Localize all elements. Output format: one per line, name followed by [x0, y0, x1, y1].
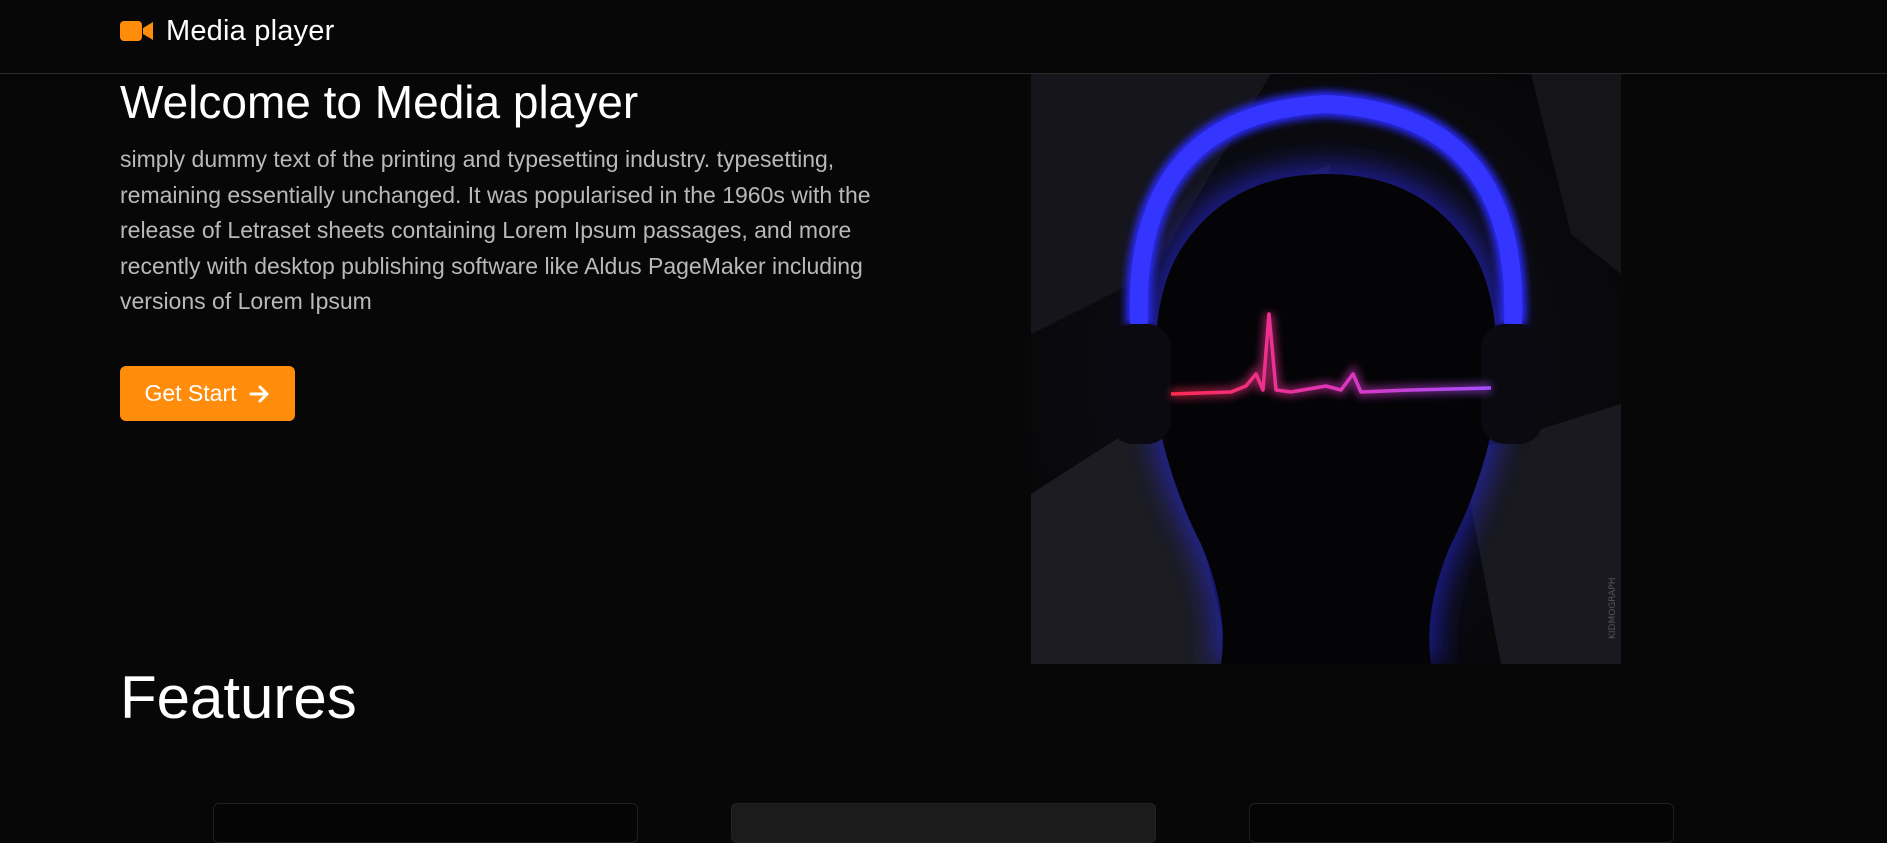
feature-card-1[interactable] — [213, 803, 638, 843]
get-start-label: Get Start — [144, 380, 237, 406]
navbar: Media player — [0, 0, 1887, 74]
hero-title: Welcome to Media player — [120, 76, 639, 128]
video-camera-icon — [120, 20, 154, 42]
image-watermark: KIDMOGRAPH — [1608, 577, 1618, 639]
hero-image-headphones: KIDMOGRAPH — [1031, 74, 1621, 664]
arrow-right-icon — [249, 384, 271, 404]
brand-link[interactable]: Media player — [120, 14, 334, 48]
brand-title: Media player — [166, 14, 335, 47]
features-heading: Features — [120, 664, 357, 731]
get-start-button[interactable]: Get Start — [120, 366, 295, 421]
hero-description: simply dummy text of the printing and ty… — [120, 146, 871, 314]
feature-card-3[interactable] — [1249, 803, 1674, 843]
feature-card-2[interactable] — [731, 803, 1156, 843]
